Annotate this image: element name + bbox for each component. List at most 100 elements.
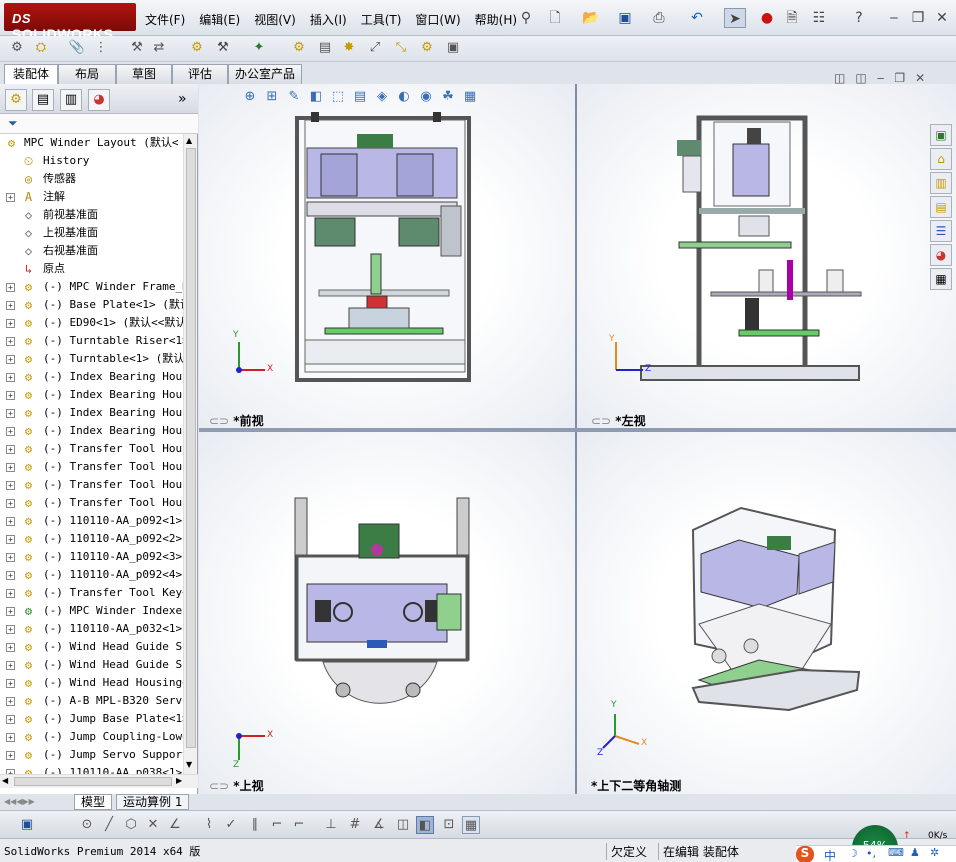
tree-item[interactable]: + ⚙ (-) Jump Base Plate<1> — [0, 710, 183, 728]
tree-item[interactable]: ↳ 原点 — [0, 260, 183, 278]
expand-toggle-icon[interactable]: + — [6, 607, 15, 616]
check-icon[interactable]: ✓ — [222, 816, 240, 834]
open-folder-icon[interactable]: 📂 — [580, 8, 602, 28]
configuration-manager-tab-icon[interactable]: ▥ — [60, 89, 82, 111]
line-icon[interactable]: ╱ — [100, 816, 118, 834]
expand-toggle-icon[interactable]: + — [6, 715, 15, 724]
dimension-icon[interactable]: ⊥ — [322, 816, 340, 834]
menu-insert[interactable]: 插入(I) — [310, 11, 347, 28]
tree-item[interactable]: + ⚙ (-) Transfer Tool Key<1 — [0, 584, 183, 602]
scroll-left-icon[interactable]: ◀ — [2, 776, 8, 785]
expand-toggle-icon[interactable]: + — [6, 589, 15, 598]
tab-assembly[interactable]: 装配体 — [4, 64, 58, 84]
scroll-up-icon[interactable]: ▲ — [186, 136, 192, 145]
scroll-right-icon[interactable]: ▶ — [176, 776, 182, 785]
smart-fasteners-icon[interactable]: ⚒ — [128, 39, 146, 57]
property-manager-tab-icon[interactable]: ▤ — [32, 89, 54, 111]
save-icon[interactable]: ▣ — [18, 816, 36, 834]
filter-icon[interactable]: ⏷ — [8, 116, 18, 131]
bill-of-materials-icon[interactable]: ▤ — [316, 39, 334, 57]
expand-toggle-icon[interactable]: + — [6, 517, 15, 526]
feature-tree-tab-icon[interactable]: ⚙ — [5, 89, 27, 111]
expand-panel-icon[interactable]: » — [178, 91, 187, 107]
tree-item[interactable]: ◇ 上视基准面 — [0, 224, 183, 242]
expand-toggle-icon[interactable]: + — [6, 337, 15, 346]
dashed-corner-icon[interactable]: ⌐ — [290, 816, 308, 834]
tab-model[interactable]: 模型 — [74, 794, 113, 810]
parallel-icon[interactable]: ∥ — [246, 816, 264, 834]
menu-tools[interactable]: 工具(T) — [361, 11, 402, 28]
expand-toggle-icon[interactable]: + — [6, 535, 15, 544]
undo-icon[interactable]: ↶ — [686, 8, 708, 28]
expand-toggle-icon[interactable]: + — [6, 751, 15, 760]
expand-toggle-icon[interactable]: + — [6, 373, 15, 382]
trim-icon[interactable]: ✕ — [144, 816, 162, 834]
tree-item[interactable]: + ⚙ (-) Turntable Riser<1> — [0, 332, 183, 350]
tree-item[interactable]: + ⚙ (-) Wind Head Housing<1 — [0, 674, 183, 692]
tree-item[interactable]: + ⚙ (-) MPC Winder Frame_De — [0, 278, 183, 296]
select-pointer-icon[interactable]: ➤ — [724, 8, 746, 28]
doc-minimize-icon[interactable]: ‒ — [877, 71, 895, 85]
tree-scroll-thumb[interactable] — [186, 148, 196, 748]
tab-office-products[interactable]: 办公室产品 — [228, 64, 302, 84]
tree-item[interactable]: + ⚙ (-) Index Bearing Housi — [0, 386, 183, 404]
ime-mode[interactable]: 中 — [824, 847, 836, 862]
sketch-tool-icon[interactable]: ⌇ — [200, 816, 218, 834]
pin-icon[interactable]: ⚲ — [518, 8, 534, 28]
expand-toggle-icon[interactable]: + — [6, 319, 15, 328]
menu-window[interactable]: 窗口(W) — [415, 11, 460, 28]
tree-item[interactable]: + ⚙ (-) 110110-AA_p092<2> ( — [0, 530, 183, 548]
tree-horizontal-scrollbar[interactable]: ◀ ▶ — [0, 774, 198, 788]
tile-horizontal-icon[interactable]: ◫ — [834, 71, 855, 85]
tree-item[interactable]: + ⚙ (-) A-B MPL-B320 Servo< — [0, 692, 183, 710]
view-palette-icon[interactable]: ☰ — [930, 220, 952, 242]
punctuation-icon[interactable]: •, — [866, 847, 876, 860]
doc-close-icon[interactable]: ✕ — [915, 71, 935, 85]
tree-item[interactable]: + ⚙ (-) MPC Winder Indexer — [0, 602, 183, 620]
close-icon[interactable]: ✕ — [932, 8, 952, 28]
box-icon[interactable]: ◫ — [394, 816, 412, 834]
solidworks-logo[interactable]: DS SOLIDWORKS — [4, 3, 136, 42]
tree-item[interactable]: + ⚙ (-) ED90<1> (默认<<默认 — [0, 314, 183, 332]
tab-layout[interactable]: 布局 — [58, 64, 116, 84]
tab-scroll-arrows-icon[interactable]: ◀◀◀▶▶ — [4, 797, 35, 806]
tree-item[interactable]: ⏲ History — [0, 152, 183, 170]
expand-toggle-icon[interactable]: + — [6, 409, 15, 418]
tree-item[interactable]: + ⚙ (-) Turntable<1> (默认< — [0, 350, 183, 368]
grid-icon[interactable]: # — [346, 816, 364, 834]
expand-toggle-icon[interactable]: + — [6, 355, 15, 364]
insert-component-icon[interactable]: ⛭ — [32, 39, 50, 57]
tree-item[interactable]: + ⚙ (-) Index Bearing Housi — [0, 368, 183, 386]
help-icon[interactable]: ? — [848, 8, 870, 28]
menu-file[interactable]: 文件(F) — [145, 11, 185, 28]
user-icon[interactable]: ♟ — [910, 846, 920, 859]
design-library-icon[interactable]: ▥ — [930, 172, 952, 194]
display-manager-tab-icon[interactable]: ◕ — [88, 89, 110, 111]
menu-view[interactable]: 视图(V) — [254, 11, 296, 28]
clearance-verification-icon[interactable]: ⚙ — [418, 39, 436, 57]
save-icon[interactable]: ▣ — [614, 8, 636, 28]
tree-item[interactable]: + ⚙ (-) 110110-AA_p038<1> ( — [0, 764, 183, 774]
hscroll-thumb[interactable] — [14, 777, 172, 786]
expand-toggle-icon[interactable]: + — [6, 553, 15, 562]
tree-item[interactable]: + ⚙ (-) Index Bearing Housi — [0, 404, 183, 422]
restore-icon[interactable]: ❐ — [908, 8, 928, 28]
moon-icon[interactable]: ☽ — [848, 847, 858, 860]
tree-item[interactable]: + ⚙ (-) 110110-AA_p032<1> ( — [0, 620, 183, 638]
reference-geometry-icon[interactable]: ✦ — [250, 39, 268, 57]
expand-toggle-icon[interactable]: + — [6, 481, 15, 490]
appearances-icon[interactable]: ◕ — [930, 244, 952, 266]
expand-toggle-icon[interactable]: + — [6, 301, 15, 310]
explode-line-sketch-icon[interactable]: ⤢ — [366, 39, 384, 57]
minimize-icon[interactable]: ‒ — [884, 8, 904, 28]
tree-item[interactable]: + ⚙ (-) Wind Head Guide Sha — [0, 638, 183, 656]
skin-icon[interactable]: ✲ — [930, 846, 939, 859]
tree-item[interactable]: ◇ 前视基准面 — [0, 206, 183, 224]
menu-edit[interactable]: 编辑(E) — [199, 11, 240, 28]
tab-motion-study-1[interactable]: 运动算例 1 — [116, 794, 190, 810]
tree-item[interactable]: + ⚙ (-) 110110-AA_p092<1> ( — [0, 512, 183, 530]
tree-item[interactable]: + ⚙ (-) Wind Head Guide Sha — [0, 656, 183, 674]
custom-properties-icon[interactable]: ▦ — [930, 268, 952, 290]
interference-detection-icon[interactable]: ⤡ — [392, 39, 410, 57]
rebuild-traffic-light-icon[interactable]: ● — [760, 8, 774, 28]
